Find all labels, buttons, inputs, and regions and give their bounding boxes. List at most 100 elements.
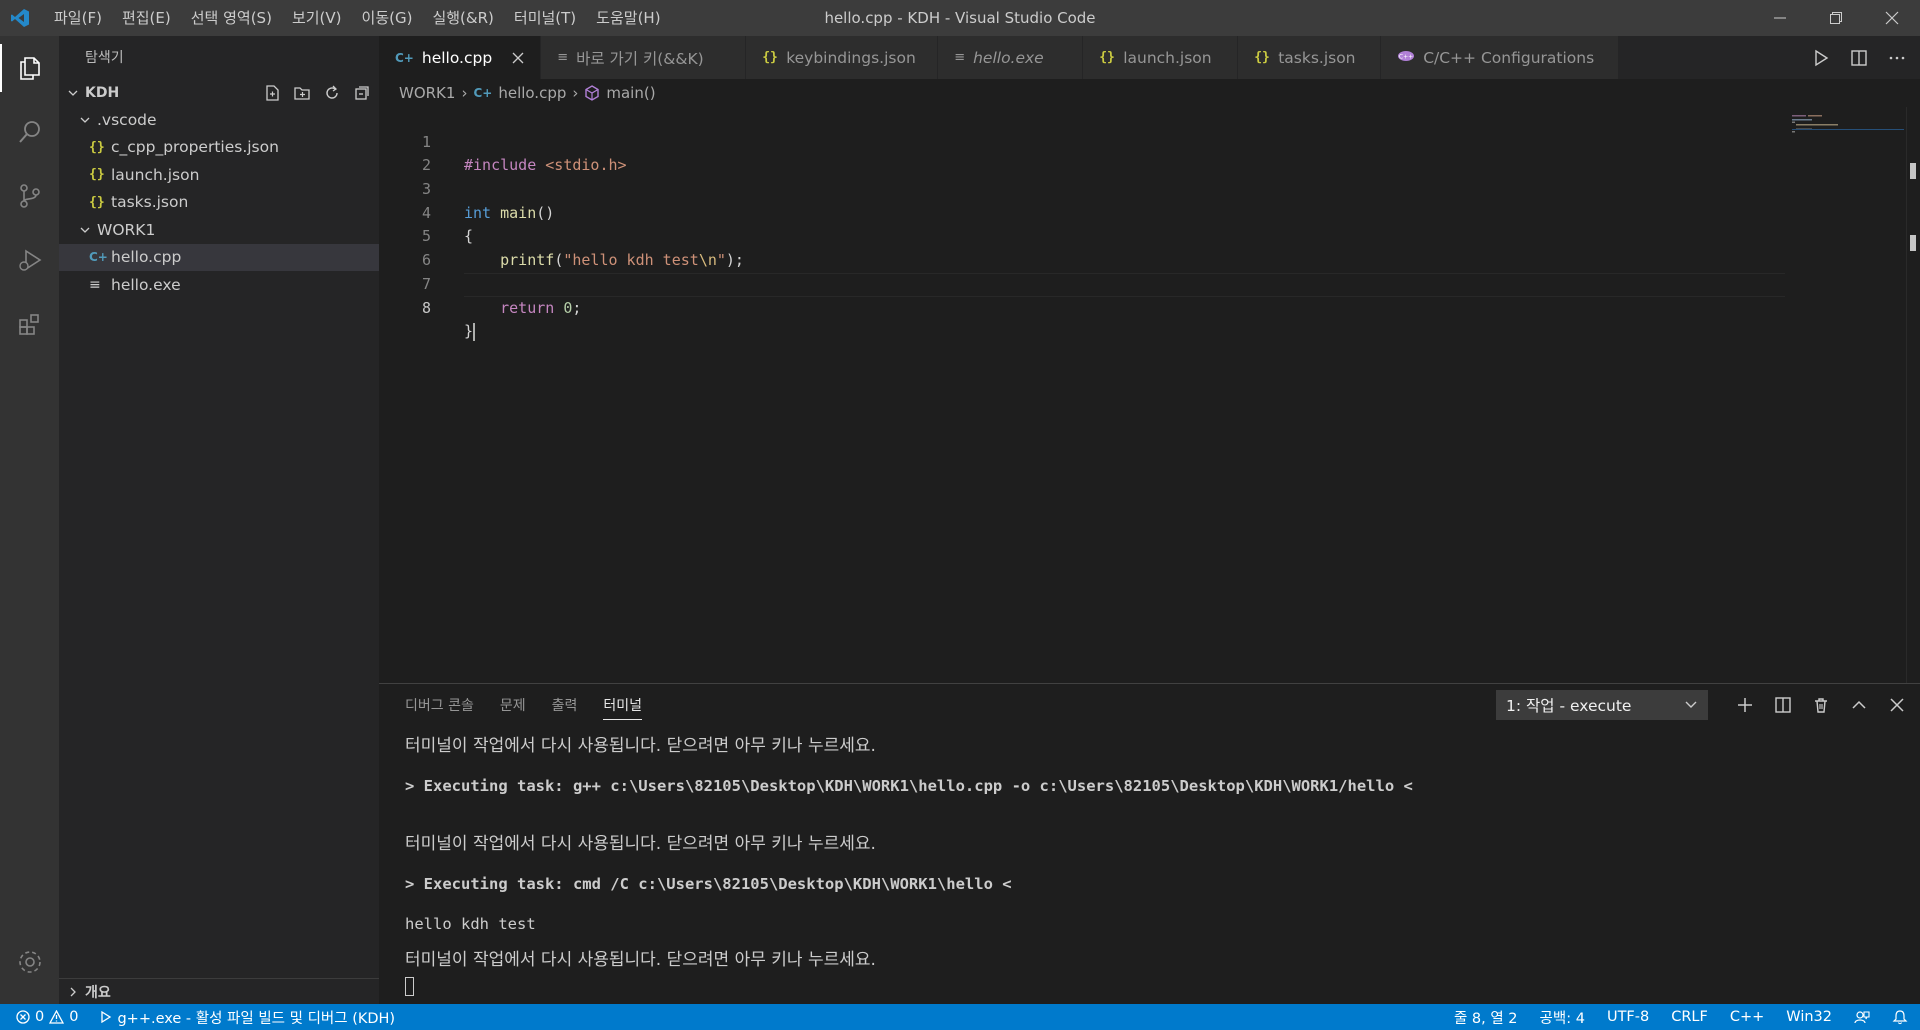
menu-file[interactable]: 파일(F) xyxy=(44,0,112,36)
editor-tabs: C+ hello.cpp ≡ 바로 가기 키(&&K) {} keybindin… xyxy=(379,36,1920,79)
terminal-line: 터미널이 작업에서 다시 사용됩니다. 닫으려면 아무 키나 누르세요. xyxy=(405,950,876,970)
new-file-icon[interactable] xyxy=(263,84,281,102)
code-token: } xyxy=(464,322,474,341)
split-terminal-icon[interactable] xyxy=(1774,696,1792,714)
search-button[interactable] xyxy=(0,100,59,164)
menu-terminal[interactable]: 터미널(T) xyxy=(504,0,586,36)
tab-output[interactable]: 출력 xyxy=(552,695,578,715)
workspace-header[interactable]: KDH xyxy=(59,80,379,106)
manage-button[interactable] xyxy=(0,930,59,994)
code-token: return xyxy=(500,298,555,317)
cpp-file-icon: C+ xyxy=(395,50,414,65)
indentation[interactable]: 공백: 4 xyxy=(1540,1007,1585,1028)
tab-problems[interactable]: 문제 xyxy=(500,695,526,715)
more-actions-icon[interactable] xyxy=(1888,49,1906,67)
minimize-button[interactable] xyxy=(1752,0,1808,36)
tab-label: 바로 가기 키(&&K) xyxy=(576,49,704,68)
end-of-line[interactable]: CRLF xyxy=(1671,1009,1708,1025)
run-file-icon[interactable] xyxy=(1812,49,1830,67)
breadcrumb-file[interactable]: hello.cpp xyxy=(498,84,566,102)
encoding[interactable]: UTF-8 xyxy=(1607,1009,1649,1025)
tab-label: launch.json xyxy=(1123,48,1212,67)
code-line: 2 xyxy=(379,131,1920,174)
terminal-cursor xyxy=(405,976,414,996)
file-c-cpp-properties[interactable]: {} c_cpp_properties.json xyxy=(59,134,379,162)
line-number: 8 xyxy=(421,298,431,317)
file-tasks-json[interactable]: {} tasks.json xyxy=(59,189,379,217)
close-icon[interactable] xyxy=(1888,696,1906,714)
file-hello-cpp[interactable]: C+ hello.cpp xyxy=(59,243,379,271)
run-debug-button[interactable] xyxy=(0,228,59,292)
json-file-icon: {} xyxy=(89,167,105,183)
menu-view[interactable]: 보기(V) xyxy=(282,0,352,36)
tab-launch-json[interactable]: {} launch.json xyxy=(1083,36,1239,79)
tab-debug-console[interactable]: 디버그 콘솔 xyxy=(405,695,474,715)
bell-icon[interactable] xyxy=(1892,1009,1908,1025)
extensions-button[interactable] xyxy=(0,292,59,356)
trash-icon[interactable] xyxy=(1812,696,1830,714)
tab-cpp-configurations[interactable]: C++ C/C++ Configurations xyxy=(1381,36,1620,79)
breadcrumb-symbol[interactable]: main() xyxy=(606,84,655,102)
terminal-line: > Executing task: g++ c:\Users\82105\Des… xyxy=(405,777,1413,795)
run-debug-icon xyxy=(18,249,41,271)
outline-section-header[interactable]: 개요 xyxy=(59,978,379,1004)
source-control-button[interactable] xyxy=(0,164,59,228)
editor-scrollbar[interactable] xyxy=(1906,107,1920,683)
file-hello-exe[interactable]: ≡ hello.exe xyxy=(59,271,379,299)
new-terminal-icon[interactable] xyxy=(1736,696,1754,714)
menu-go[interactable]: 이동(G) xyxy=(352,0,423,36)
folder-vscode[interactable]: .vscode xyxy=(59,106,379,134)
code-line: 3 int main() xyxy=(379,154,1920,222)
tab-label: C/C++ Configurations xyxy=(1423,48,1595,67)
chevron-down-icon xyxy=(65,85,81,101)
cursor-position[interactable]: 줄 8, 열 2 xyxy=(1454,1007,1518,1028)
tab-tasks-json[interactable]: {} tasks.json xyxy=(1238,36,1382,79)
chevron-right-icon: › xyxy=(572,84,579,102)
code-editor[interactable]: 1 #include <stdio.h> 2 3 int main() 4 { … xyxy=(379,107,1920,683)
feedback-icon[interactable] xyxy=(1854,1009,1870,1025)
svg-text:C++: C++ xyxy=(1399,53,1413,60)
file-launch-json[interactable]: {} launch.json xyxy=(59,161,379,189)
split-editor-icon[interactable] xyxy=(1850,49,1868,67)
chevron-up-icon[interactable] xyxy=(1850,696,1868,714)
run-task-status[interactable]: g++.exe - 활성 파일 빌드 및 디버그 (KDH) xyxy=(100,1007,395,1028)
outline-label: 개요 xyxy=(85,984,111,1001)
breadcrumb-folder[interactable]: WORK1 xyxy=(399,84,455,102)
tab-hello-cpp[interactable]: C+ hello.cpp xyxy=(379,36,542,79)
terminal-output[interactable]: 터미널이 작업에서 다시 사용됩니다. 닫으려면 아무 키나 누르세요. > E… xyxy=(379,726,1920,996)
close-icon xyxy=(512,52,524,63)
tab-hello-exe[interactable]: ≡ hello.exe xyxy=(938,36,1084,79)
code-line: 4 { xyxy=(379,178,1920,246)
folder-label: .vscode xyxy=(97,110,157,129)
tab-keybindings-json[interactable]: {} keybindings.json xyxy=(746,36,939,79)
restore-button[interactable] xyxy=(1808,0,1864,36)
status-bar: 0 0 g++.exe - 활성 파일 빌드 및 디버그 (KDH) 줄 8, … xyxy=(0,1004,1920,1030)
minimap[interactable] xyxy=(1792,107,1904,167)
problems-status[interactable]: 0 0 xyxy=(16,1009,78,1025)
platform-config[interactable]: Win32 xyxy=(1786,1009,1832,1025)
tab-keyboard-shortcuts[interactable]: ≡ 바로 가기 키(&&K) xyxy=(541,36,747,79)
new-folder-icon[interactable] xyxy=(293,84,311,102)
menu-edit[interactable]: 편집(E) xyxy=(112,0,181,36)
close-window-button[interactable] xyxy=(1864,0,1920,36)
code-line: 7 return 0; xyxy=(379,249,1920,317)
refresh-icon[interactable] xyxy=(323,84,341,102)
language-mode[interactable]: C++ xyxy=(1730,1009,1764,1025)
menu-run[interactable]: 실행(&R) xyxy=(422,0,503,36)
terminal-line: 터미널이 작업에서 다시 사용됩니다. 닫으려면 아무 키나 누르세요. xyxy=(405,736,876,756)
terminal-line: hello kdh test xyxy=(405,915,536,933)
list-file-icon: ≡ xyxy=(89,276,101,293)
tab-label: keybindings.json xyxy=(786,48,916,67)
terminal-select[interactable]: 1: 작업 - execute xyxy=(1496,690,1708,720)
tab-label: hello.exe xyxy=(973,48,1044,67)
folder-work1[interactable]: WORK1 xyxy=(59,216,379,244)
tab-terminal[interactable]: 터미널 xyxy=(603,695,643,720)
collapse-all-icon[interactable] xyxy=(353,84,371,102)
close-tab-button[interactable] xyxy=(510,50,526,66)
search-icon xyxy=(18,121,40,143)
error-count: 0 xyxy=(35,1009,45,1025)
menu-help[interactable]: 도움말(H) xyxy=(586,0,670,36)
menu-selection[interactable]: 선택 영역(S) xyxy=(181,0,282,36)
explorer-sidebar: 탐색기 KDH .vscode {} c_cpp_properties.json… xyxy=(59,36,379,1004)
explorer-button[interactable] xyxy=(0,36,59,100)
